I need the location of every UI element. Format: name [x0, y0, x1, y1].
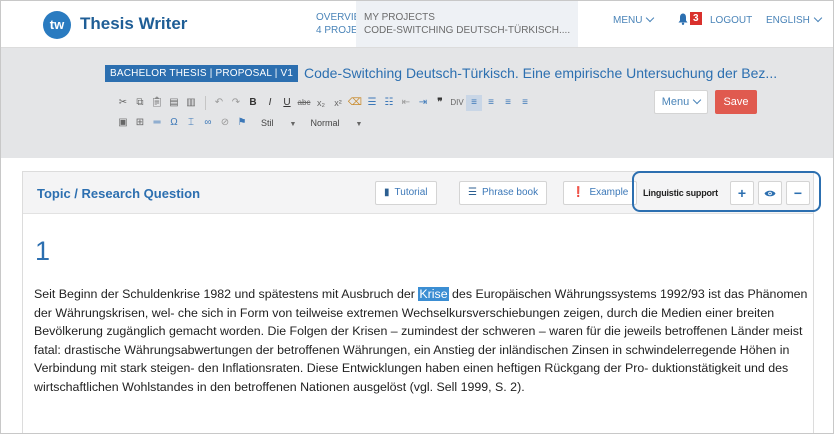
nav-my-projects[interactable]: MY PROJECTS CODE-SWITCHING DEUTSCH-TÜRKI…: [356, 1, 579, 47]
phrasebook-button[interactable]: ☰ Phrase book: [459, 181, 548, 205]
editor-toolbar-row-2: ▣ ⊞ ═ Ω ⌶ ∞ ⊘ ⚑ Stil ▼ Normal ▼: [115, 115, 366, 131]
section-number: 1: [35, 236, 51, 266]
language-label: ENGLISH: [766, 15, 810, 26]
bullet-list-icon[interactable]: ☷: [381, 95, 397, 111]
div-container-icon[interactable]: DIV: [449, 95, 465, 111]
remove-button[interactable]: −: [786, 181, 810, 205]
bold-icon[interactable]: B: [245, 95, 261, 111]
editor-text-area[interactable]: Seit Beginn der Schuldenkrise 1982 und s…: [34, 285, 824, 396]
format-select[interactable]: Normal ▼: [306, 115, 366, 131]
style-select-value: Stil: [261, 118, 274, 128]
document-title: Code-Switching Deutsch-Türkisch. Eine em…: [304, 65, 778, 81]
align-right-icon[interactable]: ≡: [500, 95, 516, 111]
nav-menu-label: MENU: [613, 15, 643, 26]
brand-name[interactable]: Thesis Writer: [80, 14, 187, 34]
language-dropdown[interactable]: ENGLISH: [766, 13, 823, 26]
align-justify-icon[interactable]: ≡: [517, 95, 533, 111]
indent-icon[interactable]: ⇥: [415, 95, 431, 111]
logout-link[interactable]: LOGOUT: [710, 15, 752, 26]
paste-text-icon[interactable]: ▤: [166, 95, 182, 111]
style-select[interactable]: Stil ▼: [257, 115, 300, 131]
view-button[interactable]: [758, 181, 782, 205]
panel-title: Topic / Research Question: [37, 186, 201, 201]
image-icon[interactable]: ▣: [115, 115, 131, 131]
superscript-icon[interactable]: x²: [330, 95, 346, 111]
eye-icon: [764, 190, 776, 197]
document-type-tag: BACHELOR THESIS | PROPOSAL | V1: [105, 65, 299, 82]
underline-icon[interactable]: U: [279, 95, 295, 111]
outdent-icon[interactable]: ⇤: [398, 95, 414, 111]
linguistic-support-label: Linguistic support: [643, 188, 718, 198]
align-center-icon[interactable]: ≡: [483, 95, 499, 111]
link-icon[interactable]: ∞: [200, 115, 216, 131]
save-button[interactable]: Save: [715, 90, 757, 114]
dropdown-arrow-icon: ▼: [355, 121, 363, 128]
panel-header: Topic / Research Question ▮ Tutorial ☰ Phr…: [23, 171, 821, 214]
format-select-value: Normal: [310, 118, 340, 128]
section-panel: Topic / Research Question ▮ Tutorial ☰ Phr…: [22, 171, 821, 433]
blockquote-icon[interactable]: ❞: [432, 95, 448, 111]
example-button[interactable]: ❗ Example: [563, 181, 638, 205]
bell-icon[interactable]: [678, 13, 688, 25]
editor-toolbar-row-1: ✂ ⧉ 📋︎ ▤ ▥ ↶ ↷ B I U abc x₂ x² ⌫ ☰ ☷ ⇤ ⇥…: [115, 95, 534, 111]
text-after: des Europäischen Währungssystems 1992/93…: [34, 287, 808, 394]
chevron-down-icon: [646, 13, 655, 23]
add-button[interactable]: +: [730, 181, 754, 205]
dropdown-arrow-icon: ▼: [289, 121, 297, 128]
table-icon[interactable]: ⊞: [132, 115, 148, 131]
logo-icon[interactable]: tw: [43, 11, 71, 39]
undo-icon[interactable]: ↶: [211, 95, 227, 111]
copy-icon[interactable]: ⧉: [132, 95, 148, 111]
cut-icon[interactable]: ✂: [115, 95, 131, 111]
horizontal-line-icon[interactable]: ═: [149, 115, 165, 131]
chevron-down-icon: [813, 13, 823, 23]
strikethrough-icon[interactable]: abc: [296, 95, 312, 111]
special-char-icon[interactable]: Ω: [166, 115, 182, 131]
tutorial-button[interactable]: ▮ Tutorial: [375, 181, 437, 205]
paste-word-icon[interactable]: ▥: [183, 95, 199, 111]
chevron-down-icon: [693, 95, 702, 105]
align-left-icon[interactable]: ≡: [466, 95, 482, 111]
highlighted-word[interactable]: Krise: [418, 287, 449, 301]
info-icon: ❗: [572, 187, 585, 198]
italic-icon[interactable]: I: [262, 95, 278, 111]
subscript-icon[interactable]: x₂: [313, 95, 329, 111]
nav-menu-dropdown[interactable]: MENU: [613, 13, 655, 26]
numbered-list-icon[interactable]: ☰: [364, 95, 380, 111]
notification-badge[interactable]: 3: [690, 12, 702, 25]
book-icon: ▮: [384, 187, 390, 198]
tutorial-label: Tutorial: [394, 187, 428, 198]
text-before: Seit Beginn der Schuldenkrise 1982 und s…: [34, 287, 419, 301]
top-navbar: tw Thesis Writer OVERVIEW 4 PROJECTS MY …: [1, 1, 833, 48]
editor-menu-label: Menu: [661, 96, 690, 108]
list-icon: ☰: [468, 187, 477, 198]
page-break-icon[interactable]: ⌶: [183, 115, 199, 131]
paste-icon[interactable]: 📋︎: [149, 95, 165, 111]
editor-menu-button[interactable]: Menu: [654, 90, 708, 114]
remove-format-icon[interactable]: ⌫: [347, 95, 363, 111]
phrasebook-label: Phrase book: [481, 187, 539, 198]
document-header: BACHELOR THESIS | PROPOSAL | V1 Code-Swi…: [1, 48, 833, 158]
nav-projects-sub: CODE-SWITCHING DEUTSCH-TÜRKISCH....: [364, 25, 571, 36]
example-label: Example: [589, 187, 629, 198]
unlink-icon[interactable]: ⊘: [217, 115, 233, 131]
nav-projects-label: MY PROJECTS: [364, 12, 435, 23]
app-window: tw Thesis Writer OVERVIEW 4 PROJECTS MY …: [0, 0, 834, 434]
toolbar-divider: [205, 96, 206, 110]
anchor-flag-icon[interactable]: ⚑: [234, 115, 250, 131]
redo-icon[interactable]: ↷: [228, 95, 244, 111]
